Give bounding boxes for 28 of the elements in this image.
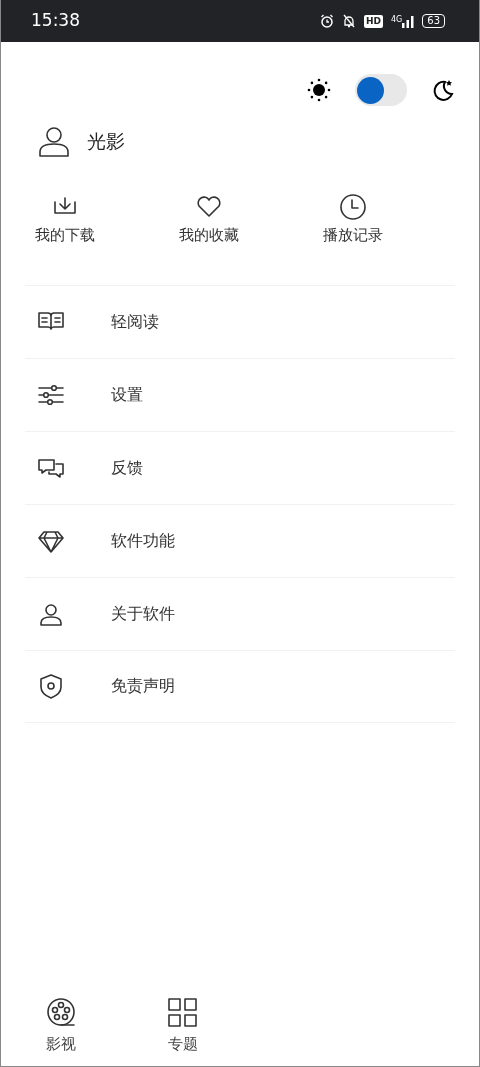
menu-item[interactable]: 轻阅读 (25, 284, 455, 358)
network-type: 4G (390, 14, 403, 26)
menu-item[interactable]: 设置 (25, 357, 455, 431)
user-avatar-icon (37, 124, 71, 158)
menu-item[interactable]: 关于软件 (25, 576, 455, 650)
signal-icon (402, 14, 415, 28)
clock-icon (340, 194, 366, 220)
menu-item[interactable]: 反馈 (25, 430, 455, 504)
muted-bell-icon (341, 14, 356, 28)
film-reel-icon (45, 997, 77, 1029)
shield-icon (37, 673, 65, 699)
shortcut-button[interactable]: 播放记录 (303, 194, 403, 247)
moon-icon (431, 78, 455, 102)
nav-tab[interactable]: 专题 (161, 996, 205, 1057)
nav-tab[interactable]: 影视 (39, 996, 83, 1057)
hd-badge: HD (363, 14, 383, 28)
alarm-icon (319, 14, 334, 28)
sun-icon (307, 78, 331, 102)
shortcut-button[interactable]: 我的下载 (15, 194, 115, 247)
battery-level: 63 (422, 14, 445, 28)
heart-icon (196, 194, 222, 220)
menu-item[interactable]: 软件功能 (25, 503, 455, 577)
theme-toggle[interactable] (355, 74, 407, 106)
status-time: 15:38 (31, 9, 80, 33)
shortcut-button[interactable]: 我的收藏 (159, 194, 259, 247)
menu-item[interactable]: 免责声明 (25, 649, 455, 723)
grid-icon (167, 997, 199, 1029)
profile-name: 光影 (87, 128, 125, 154)
